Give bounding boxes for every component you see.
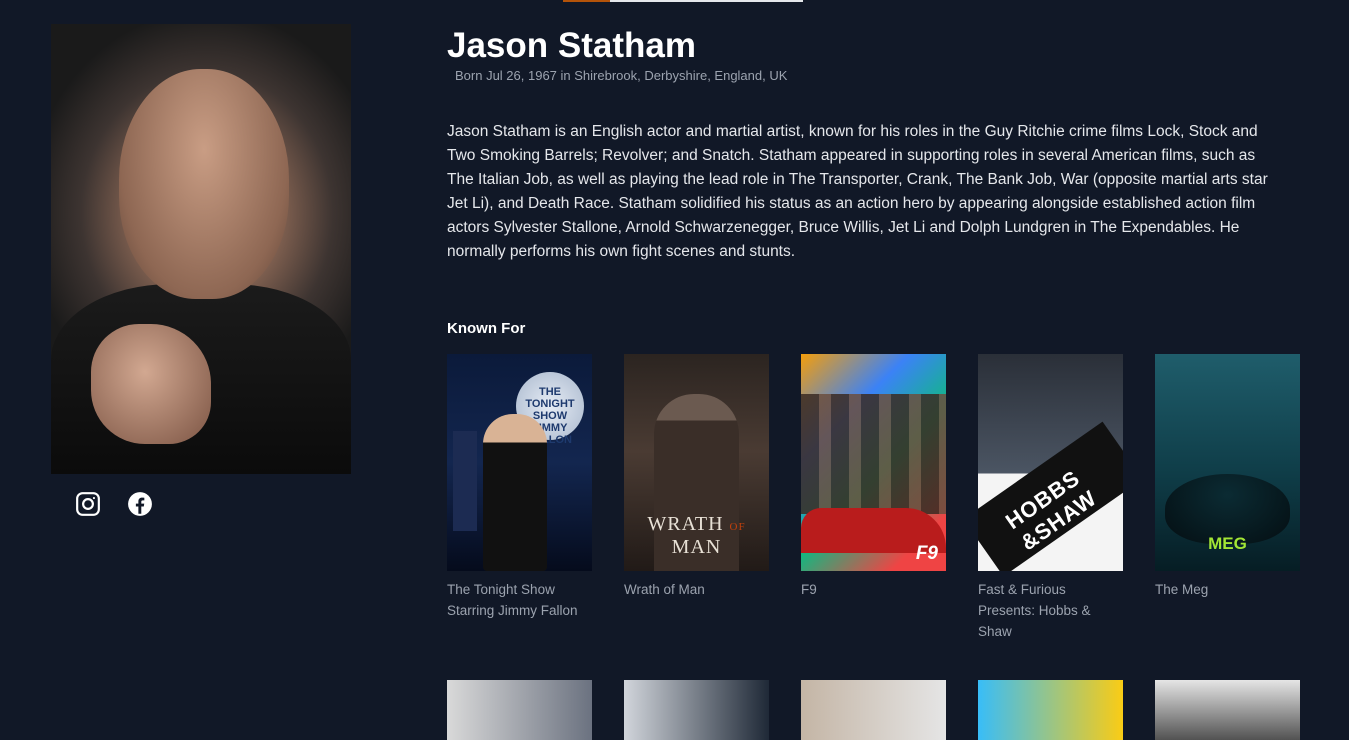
- movie-title[interactable]: The Tonight Show Starring Jimmy Fallon: [447, 579, 592, 621]
- biography: Jason Statham is an English actor and ma…: [447, 123, 1268, 260]
- known-for-card[interactable]: F9 F9: [801, 354, 946, 642]
- known-for-card[interactable]: MEG The Meg: [1155, 354, 1300, 642]
- person-name: Jason Statham: [447, 26, 696, 65]
- poster-logo: F9: [915, 543, 938, 564]
- known-for-heading: Known For: [447, 320, 526, 337]
- movie-poster[interactable]: [447, 680, 592, 740]
- known-for-card[interactable]: THE TONIGHT SHOW JIMMY FALLON The Tonight Sh…: [447, 354, 592, 642]
- known-for-grid: THE TONIGHT SHOW JIMMY FALLON The Tonight Sh…: [447, 354, 1307, 642]
- movie-title[interactable]: Fast & Furious Presents: Hobbs & Shaw: [978, 579, 1123, 642]
- social-links: [51, 490, 351, 518]
- poster-logo: MEG: [1208, 534, 1247, 553]
- person-details: Jason Statham Born Jul 26, 1967 in Shire…: [447, 24, 1307, 642]
- movie-poster[interactable]: MEG: [1155, 354, 1300, 571]
- known-for-card[interactable]: [624, 680, 769, 740]
- movie-title[interactable]: Wrath of Man: [624, 579, 769, 600]
- profile-sidebar: [51, 24, 351, 518]
- top-progress-bar: [563, 0, 803, 2]
- poster-logo: WRATH OF MAN: [647, 513, 746, 558]
- known-for-card[interactable]: [801, 680, 946, 740]
- movie-poster[interactable]: THE TONIGHT SHOW JIMMY FALLON: [447, 354, 592, 571]
- known-for-card[interactable]: [978, 680, 1123, 740]
- movie-poster[interactable]: WRATH OF MAN: [624, 354, 769, 571]
- more-movies-row: [447, 680, 1300, 740]
- instagram-icon[interactable]: [74, 490, 102, 518]
- movie-poster[interactable]: [624, 680, 769, 740]
- facebook-icon[interactable]: [126, 490, 154, 518]
- movie-poster[interactable]: F9: [801, 354, 946, 571]
- movie-poster[interactable]: [1155, 680, 1300, 740]
- birth-info: Born Jul 26, 1967 in Shirebrook, Derbysh…: [455, 68, 788, 83]
- top-progress-segment: [563, 0, 610, 2]
- movie-title[interactable]: The Meg: [1155, 579, 1300, 600]
- movie-title[interactable]: F9: [801, 579, 946, 600]
- known-for-card[interactable]: [1155, 680, 1300, 740]
- known-for-card[interactable]: WRATH OF MAN Wrath of Man: [624, 354, 769, 642]
- movie-poster[interactable]: HOBBS &SHAW: [978, 354, 1123, 571]
- movie-poster[interactable]: [978, 680, 1123, 740]
- profile-photo: [51, 24, 351, 474]
- movie-poster[interactable]: [801, 680, 946, 740]
- known-for-card[interactable]: [447, 680, 592, 740]
- known-for-card[interactable]: HOBBS &SHAW Fast & Furious Presents: Hobb…: [978, 354, 1123, 642]
